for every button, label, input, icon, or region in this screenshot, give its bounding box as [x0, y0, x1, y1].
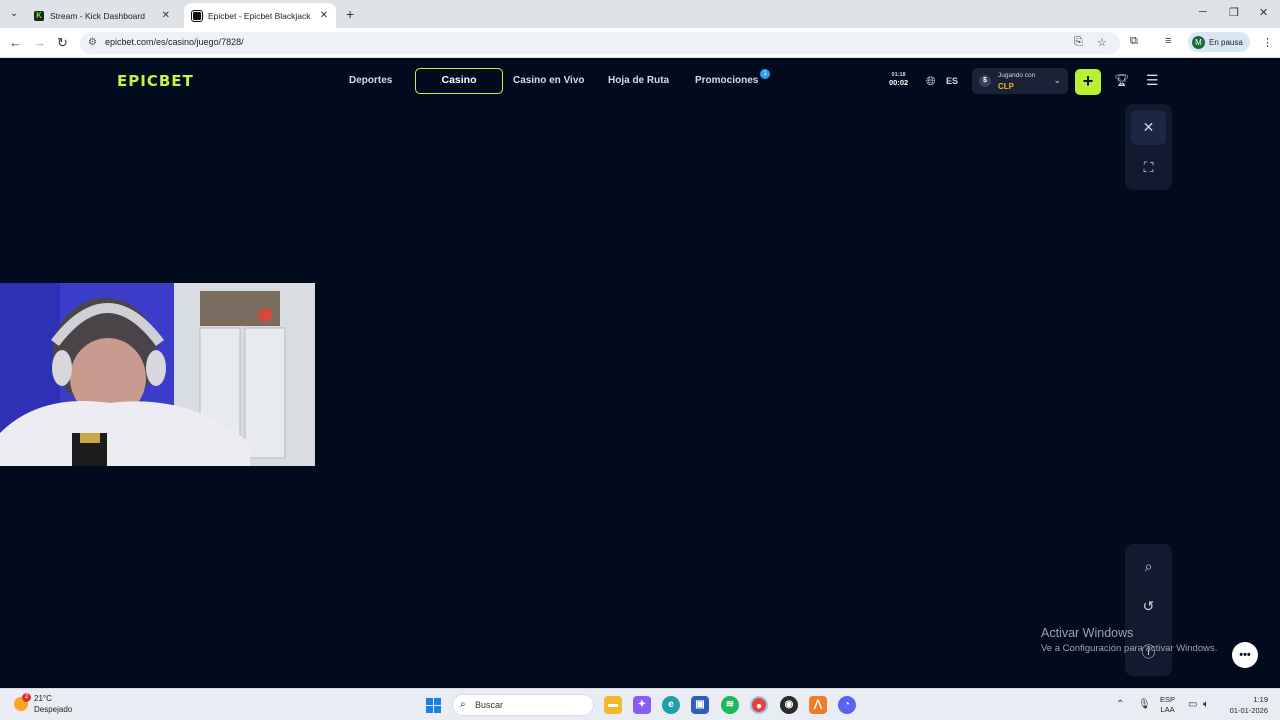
close-icon[interactable]: ✕: [162, 10, 170, 21]
close-icon[interactable]: ✕: [320, 10, 328, 21]
obs-icon[interactable]: ◉: [780, 696, 798, 714]
tab-kick-dashboard[interactable]: K Stream - Kick Dashboard ✕: [26, 3, 178, 28]
chrome-icon[interactable]: ●: [750, 696, 768, 714]
tab-title: Stream - Kick Dashboard: [50, 10, 145, 21]
menu-icon[interactable]: ☰: [1146, 72, 1159, 89]
install-app-icon[interactable]: ⎘: [1074, 36, 1083, 49]
game-tools-panel: ⌕ ↺ ⓘ: [1125, 544, 1172, 676]
tab-search-chevron-icon[interactable]: ⌄: [6, 6, 22, 22]
file-explorer-icon[interactable]: ▬: [604, 696, 622, 714]
tab-title: Epicbet - Epicbet Blackjack: [208, 10, 311, 21]
currency-icon: $: [979, 75, 991, 87]
browser-menu-icon[interactable]: ⋮: [1262, 36, 1273, 49]
nav-promociones[interactable]: Promociones: [695, 75, 758, 86]
url-field[interactable]: ⚙ epicbet.com/es/casino/juego/7828/ ⎘ ☆: [80, 32, 1120, 54]
restore-button[interactable]: ❐: [1229, 6, 1239, 19]
minimize-button[interactable]: ─: [1199, 6, 1207, 18]
tab-epicbet-blackjack[interactable]: Epicbet - Epicbet Blackjack ✕: [184, 3, 336, 28]
lang-top: ESP: [1160, 695, 1176, 704]
bookmark-star-icon[interactable]: ☆: [1097, 36, 1107, 49]
profile-status: En pausa: [1209, 37, 1243, 47]
wallet-selector[interactable]: $ Jugando con CLP ⌄: [972, 68, 1068, 94]
back-icon[interactable]: ←: [9, 35, 22, 50]
kick-icon: K: [34, 10, 44, 21]
epicbet-icon: [191, 9, 203, 22]
history-icon[interactable]: ↺: [1131, 589, 1166, 624]
copilot-icon[interactable]: ✦: [633, 696, 651, 714]
microphone-icon[interactable]: 🎙︎: [1138, 699, 1151, 710]
wallet-label: Jugando con: [998, 72, 1036, 79]
taskbar-search[interactable]: ⌕ Buscar: [452, 694, 594, 716]
spotify-icon[interactable]: ≋: [721, 696, 739, 714]
epicbet-logo[interactable]: EPICBET: [117, 72, 194, 90]
weather-desc: Despejado: [34, 705, 73, 714]
window-close-button[interactable]: ✕: [1259, 6, 1268, 19]
webcam-overlay: [0, 283, 315, 466]
search-icon: ⌕: [460, 699, 466, 710]
start-button[interactable]: [426, 698, 441, 713]
webcam-image: [0, 283, 315, 466]
game-controls-panel: ✕ ⛶: [1125, 104, 1172, 190]
globe-icon[interactable]: 🌐︎: [926, 74, 936, 89]
lang-bottom: LAA: [1160, 705, 1175, 714]
volume-icon[interactable]: 🔈︎: [1203, 699, 1209, 710]
language-selector[interactable]: ES: [946, 76, 958, 86]
chat-support-button[interactable]: •••: [1232, 642, 1258, 668]
weather-widget[interactable]: 2 21°C Despejado: [14, 693, 72, 715]
weather-temp: 21°C: [34, 694, 52, 703]
tray-overflow-icon[interactable]: ⌃: [1116, 699, 1124, 710]
promo-count-badge: 1: [760, 69, 770, 79]
weather-sun-icon: 2: [14, 693, 31, 711]
discord-icon[interactable]: ◔: [838, 696, 856, 714]
profile-button[interactable]: M En pausa: [1188, 32, 1250, 52]
url-text: epicbet.com/es/casino/juego/7828/: [105, 37, 244, 47]
wallet-currency: CLP: [998, 82, 1014, 91]
new-tab-button[interactable]: +: [346, 6, 354, 22]
close-game-icon[interactable]: ✕: [1131, 110, 1166, 145]
search-placeholder: Buscar: [475, 700, 504, 710]
edge-icon[interactable]: e: [662, 696, 680, 714]
trophy-icon[interactable]: 🏆︎: [1114, 73, 1129, 87]
extensions-icon[interactable]: ⧉: [1130, 35, 1138, 48]
forward-icon[interactable]: →: [33, 35, 46, 50]
site-header: EPICBET Deportes Casino Casino en Vivo H…: [0, 58, 1280, 104]
nav-casino[interactable]: Casino: [415, 68, 503, 94]
store-icon[interactable]: ▣: [691, 696, 709, 714]
windows-taskbar: 2 21°C Despejado ⌕ Buscar ▬ ✦ e ▣ ≋ ● ◉ …: [0, 688, 1280, 720]
activation-title: Activar Windows: [1041, 626, 1134, 640]
weather-badge: 2: [22, 693, 31, 702]
media-controls-icon[interactable]: ≡: [1165, 35, 1171, 47]
avatar: M: [1192, 35, 1205, 49]
browser-tab-bar: ⌄ K Stream - Kick Dashboard ✕ Epicbet - …: [0, 0, 1280, 28]
windows-activation-watermark: Activar Windows Ve a Configuración para …: [1041, 626, 1217, 654]
clock-time: 1:19: [1253, 695, 1268, 704]
chevron-down-icon: ⌄: [1053, 75, 1061, 85]
reload-icon[interactable]: ↻: [57, 35, 68, 51]
activation-subtitle: Ve a Configuración para activar Windows.: [1041, 643, 1218, 654]
address-bar-row: ← → ↻ ⚙ epicbet.com/es/casino/juego/7828…: [0, 28, 1280, 58]
nav-casino-en-vivo[interactable]: Casino en Vivo: [513, 75, 585, 86]
nav-hoja-de-ruta[interactable]: Hoja de Ruta: [608, 75, 669, 86]
clock-date: 01-01-2026: [1229, 706, 1268, 715]
nav-deportes[interactable]: Deportes: [349, 75, 392, 86]
search-icon[interactable]: ⌕: [1131, 549, 1166, 584]
app-icon[interactable]: ⋀: [809, 696, 827, 714]
deposit-button[interactable]: +: [1075, 69, 1101, 95]
network-icon[interactable]: ▭: [1188, 699, 1197, 710]
session-timer: 01:18 00:02: [889, 72, 908, 87]
input-language[interactable]: ESP LAA: [1160, 695, 1175, 715]
system-clock[interactable]: 1:19 01-01-2026: [1226, 694, 1268, 716]
fullscreen-icon[interactable]: ⛶: [1131, 150, 1166, 185]
site-info-icon[interactable]: ⚙: [88, 37, 97, 48]
timer-elapsed: 00:02: [889, 78, 909, 87]
